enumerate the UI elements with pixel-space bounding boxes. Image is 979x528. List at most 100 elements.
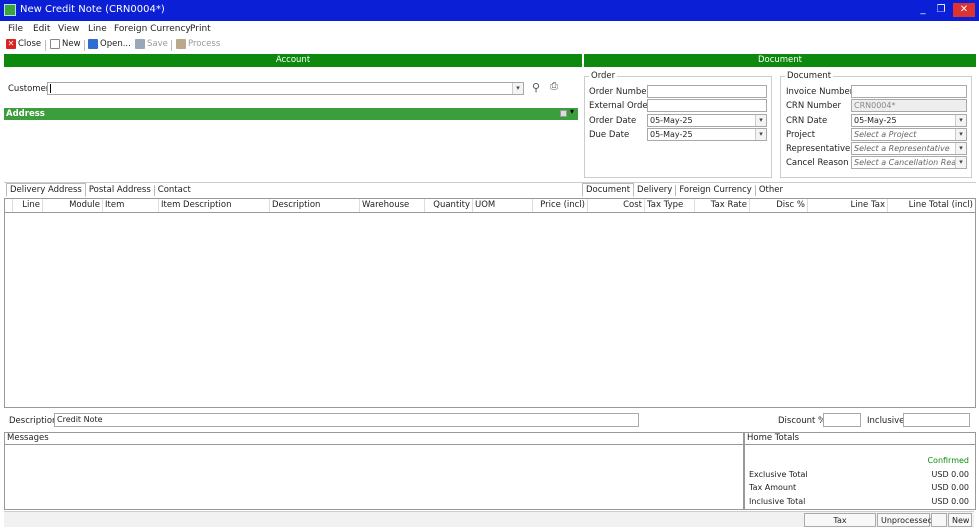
project-placeholder: Select a Project (854, 130, 917, 139)
chevron-down-icon[interactable]: ▾ (955, 115, 966, 126)
chevron-down-icon[interactable]: ▾ (955, 143, 966, 154)
tab-document[interactable]: Document (582, 183, 635, 197)
process-button[interactable]: Process (176, 39, 220, 49)
project-select[interactable]: Select a Project ▾ (851, 128, 967, 141)
address-menu-icon[interactable] (560, 110, 567, 117)
chevron-down-icon[interactable]: ▾ (755, 115, 766, 126)
inclusive-label: Inclusive (867, 416, 905, 426)
customer-label: Customer (8, 84, 50, 94)
column-item-description[interactable]: Item Description (159, 199, 270, 212)
tab-contact[interactable]: Contact (155, 185, 194, 196)
exclusive-total-value: USD 0.00 (931, 470, 969, 479)
save-button[interactable]: Save (135, 39, 168, 49)
app-icon (4, 4, 16, 16)
account-header: Account (4, 54, 582, 67)
column-tax-rate[interactable]: Tax Rate (695, 199, 750, 212)
column-description[interactable]: Description (270, 199, 360, 212)
tab-delivery[interactable]: Delivery (634, 184, 677, 196)
crn-date-value: 05-May-25 (854, 116, 897, 125)
tab-delivery-address[interactable]: Delivery Address (6, 183, 86, 197)
process-state-panel: Unprocessed (877, 513, 933, 527)
chevron-down-icon[interactable]: ▾ (570, 107, 574, 116)
column-disc-percent[interactable]: Disc % (750, 199, 808, 212)
minimize-button[interactable]: _ (916, 3, 930, 17)
menu-foreign-currency[interactable]: Foreign Currency (114, 24, 191, 34)
menu-print[interactable]: Print (190, 24, 211, 34)
order-number-input[interactable] (647, 85, 767, 98)
search-icon[interactable]: ⚲ (532, 81, 540, 94)
tax-amount-label: Tax Amount (749, 483, 797, 492)
representative-select[interactable]: Select a Representative ▾ (851, 142, 967, 155)
window-title: New Credit Note (CRN0004*) (20, 4, 165, 15)
crn-number-label: CRN Number (786, 101, 842, 111)
column-line[interactable]: Line (13, 199, 43, 212)
customer-lookup-icon[interactable]: ⎙ (550, 81, 558, 92)
menu-file[interactable]: File (8, 24, 23, 34)
inclusive-input[interactable] (903, 413, 970, 427)
tab-postal-address[interactable]: Postal Address (86, 184, 155, 196)
tab-foreign-currency[interactable]: Foreign Currency (676, 184, 756, 196)
chevron-down-icon[interactable]: ▾ (755, 129, 766, 140)
messages-panel[interactable]: Messages (4, 432, 744, 510)
column-line-tax[interactable]: Line Tax (808, 199, 888, 212)
address-tabs: Delivery Address Postal Address Contact (6, 183, 194, 197)
column-quantity[interactable]: Quantity (425, 199, 473, 212)
menu-line[interactable]: Line (88, 24, 107, 34)
column-warehouse[interactable]: Warehouse (360, 199, 425, 212)
open-button[interactable]: Open... (88, 39, 131, 49)
floppy-disk-icon (135, 39, 145, 49)
open-button-label: Open... (100, 39, 131, 49)
due-date-label: Due Date (589, 130, 630, 140)
customer-input[interactable]: ▾ (47, 82, 524, 95)
menu-edit[interactable]: Edit (33, 24, 50, 34)
column-item[interactable]: Item (103, 199, 159, 212)
menu-view[interactable]: View (58, 24, 79, 34)
close-button[interactable]: ✕ Close (6, 39, 41, 49)
tab-other[interactable]: Other (756, 185, 786, 196)
status-text: Confirmed (927, 456, 969, 465)
description-input[interactable]: Credit Note (54, 413, 639, 427)
order-legend: Order (591, 71, 616, 81)
menu-bar: File Edit View Line Foreign Currency Pri… (0, 21, 979, 37)
messages-label: Messages (5, 433, 743, 445)
cancel-reason-placeholder: Select a Cancellation Reason (854, 158, 967, 167)
inclusive-total-value: USD 0.00 (931, 497, 969, 506)
tax-amount-value: USD 0.00 (931, 483, 969, 492)
exclusive-total-label: Exclusive Total (749, 470, 808, 479)
new-button[interactable]: New (50, 39, 81, 49)
column-uom[interactable]: UOM (473, 199, 533, 212)
status-bar: Tax Inclusive(Line) Unprocessed New (4, 511, 974, 527)
crn-date-picker[interactable]: 05-May-25 ▾ (851, 114, 967, 127)
discount-input[interactable] (823, 413, 861, 427)
invoice-number-label: Invoice Number (786, 87, 854, 97)
save-button-label: Save (147, 39, 168, 49)
invoice-number-input[interactable] (851, 85, 967, 98)
cancel-reason-select[interactable]: Select a Cancellation Reason ▾ (851, 156, 967, 169)
toolbar-separator (171, 40, 172, 51)
column-price-incl[interactable]: Price (incl) (533, 199, 588, 212)
address-title: Address (6, 109, 45, 119)
description-label: Description (9, 416, 58, 426)
new-button-label: New (62, 39, 81, 49)
external-order-label: External Order (589, 101, 652, 111)
column-line-total-incl[interactable]: Line Total (incl) (888, 199, 975, 212)
column-module[interactable]: Module (43, 199, 103, 212)
process-button-label: Process (188, 39, 221, 49)
close-icon: ✕ (6, 39, 16, 49)
crn-number-input: CRN0004* (851, 99, 967, 112)
home-totals-label: Home Totals (745, 433, 975, 445)
title-bar: New Credit Note (CRN0004*) _ ❐ ✕ (0, 0, 979, 21)
column-tax-type[interactable]: Tax Type (645, 199, 695, 212)
chevron-down-icon[interactable]: ▾ (955, 129, 966, 140)
chevron-down-icon[interactable]: ▾ (955, 157, 966, 168)
external-order-input[interactable] (647, 99, 767, 112)
representative-label: Representative (786, 144, 851, 154)
column-cost[interactable]: Cost (588, 199, 645, 212)
order-date-picker[interactable]: 05-May-25 ▾ (647, 114, 767, 127)
due-date-picker[interactable]: 05-May-25 ▾ (647, 128, 767, 141)
window-close-button[interactable]: ✕ (953, 3, 975, 17)
restore-button[interactable]: ❐ (934, 3, 948, 17)
chevron-down-icon[interactable]: ▾ (512, 83, 523, 94)
lines-grid[interactable]: Line Module Item Item Description Descri… (4, 198, 976, 408)
cancel-reason-label: Cancel Reason (786, 158, 849, 168)
